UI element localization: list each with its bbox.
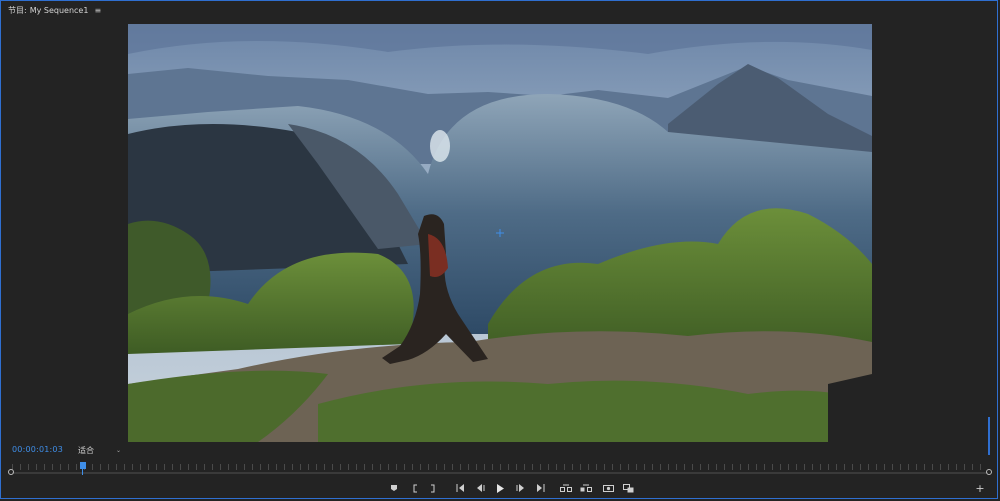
zoom-fit-select[interactable]: 适合 ⌄ [75,444,123,456]
export-frame-icon[interactable] [601,481,615,495]
step-forward-icon[interactable] [514,481,526,495]
panel-header: 节目: My Sequence1 ≡ [1,1,997,19]
chevron-down-icon: ⌄ [115,446,121,454]
playhead[interactable] [80,462,86,475]
panel-sequence-name[interactable]: My Sequence1 [30,6,89,15]
scrollbar-right-handle[interactable] [986,469,992,475]
step-back-icon[interactable] [474,481,486,495]
add-button-icon[interactable]: + [974,481,986,495]
scrollbar-left-handle[interactable] [8,469,14,475]
extract-icon[interactable] [579,481,593,495]
lift-icon[interactable] [559,481,573,495]
add-marker-icon[interactable] [388,481,400,495]
transport-controls: + [0,481,1000,495]
program-viewer[interactable] [128,24,872,442]
zoom-scrollbar[interactable] [12,472,988,474]
mark-out-icon[interactable] [427,481,439,495]
comparison-view-icon[interactable] [621,481,635,495]
video-frame-image [128,24,872,442]
mark-in-icon[interactable] [409,481,421,495]
ruler-ticks [12,464,988,470]
zoom-fit-label: 适合 [78,445,94,455]
go-to-in-icon[interactable] [454,481,466,495]
panel-title-prefix: 节目: [8,5,27,15]
play-icon[interactable] [494,481,506,495]
panel-menu-icon[interactable]: ≡ [94,6,101,15]
panel-edge-marker [988,417,990,455]
playhead-timecode[interactable]: 00:00:01:03 [12,445,63,454]
go-to-out-icon[interactable] [534,481,546,495]
time-ruler[interactable] [8,460,992,476]
